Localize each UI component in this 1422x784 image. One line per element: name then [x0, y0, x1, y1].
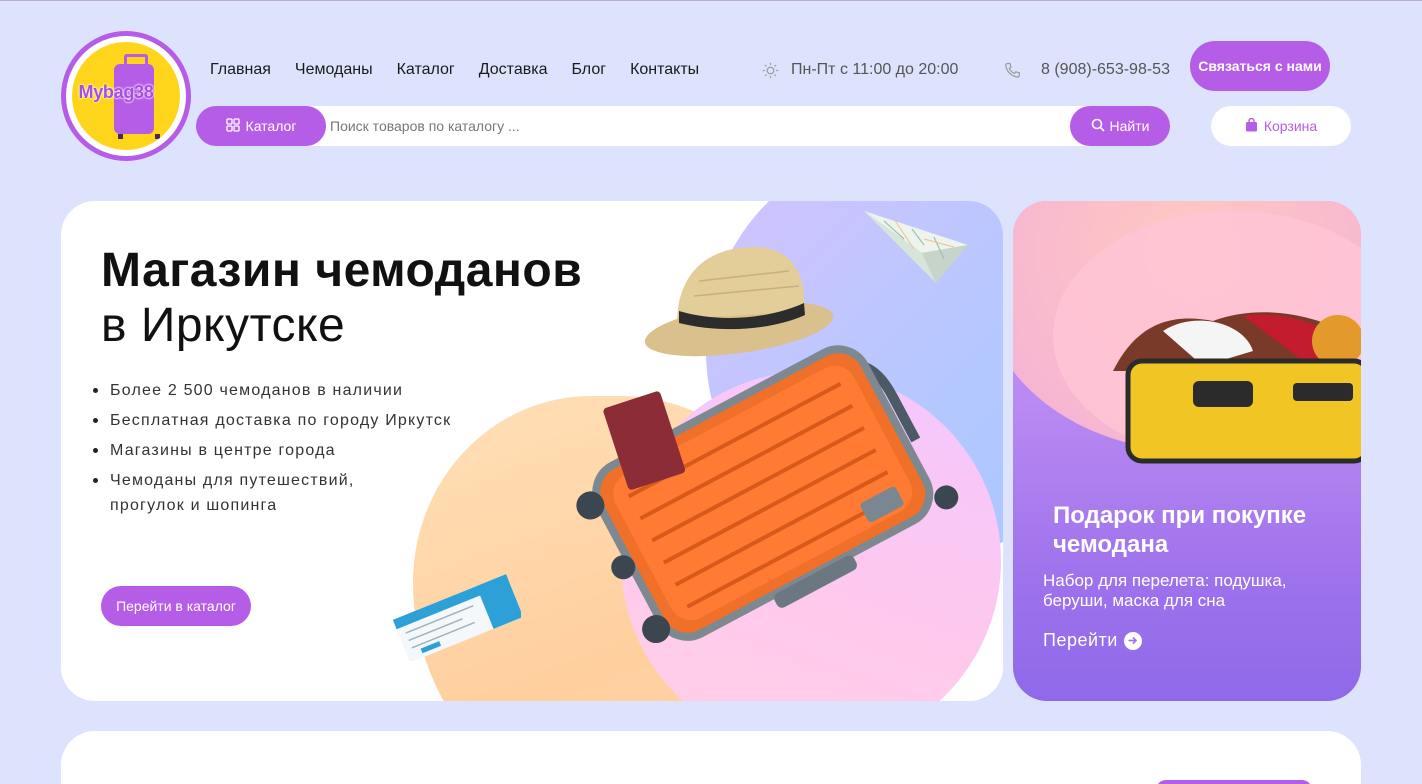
benefit-item: Магазины в центре города — [93, 438, 451, 463]
catalog-menu-button[interactable]: Каталог — [196, 106, 326, 146]
benefit-line: прогулок и шопинга — [110, 497, 278, 514]
gift-promo-card[interactable]: Подарок при покупке чемодана Набор для п… — [1013, 201, 1361, 701]
hero-banner: Магазин чемоданов в Иркутске Более 2 500… — [61, 201, 1003, 701]
go-to-catalog-button[interactable]: Перейти в каталог — [101, 586, 251, 626]
logo-text: Mybag38 — [78, 82, 154, 102]
hours-text: Пн-Пт с 11:00 до 20:00 — [791, 61, 959, 78]
straw-hat-image — [644, 246, 834, 357]
search-button[interactable]: Найти — [1070, 106, 1170, 146]
promo-go-link[interactable]: Перейти — [1043, 630, 1142, 651]
hero-subtitle: в Иркутске — [101, 299, 346, 352]
nav-item-catalog[interactable]: Каталог — [397, 61, 455, 79]
hero-benefits-list: Более 2 500 чемоданов в наличии Бесплатн… — [93, 378, 451, 518]
promo-link-label: Перейти — [1043, 630, 1118, 650]
main-nav: Главная Чемоданы Каталог Доставка Блог К… — [210, 61, 699, 79]
next-section-panel — [61, 731, 1361, 784]
hero-title: Магазин чемоданов — [101, 244, 583, 297]
nav-item-contacts[interactable]: Контакты — [630, 61, 699, 79]
sun-icon — [762, 62, 779, 79]
working-hours: Пн-Пт с 11:00 до 20:00 — [762, 61, 958, 79]
phone-block[interactable]: 8 (908)-653-98-53 — [1004, 61, 1170, 79]
arrow-right-icon — [1123, 631, 1142, 650]
site-logo[interactable]: Mybag38 — [61, 31, 191, 161]
search-button-label: Найти — [1109, 118, 1150, 134]
nav-item-delivery[interactable]: Доставка — [479, 61, 548, 79]
grid-icon — [225, 117, 240, 135]
nav-item-home[interactable]: Главная — [210, 61, 271, 79]
top-divider — [0, 0, 1422, 1]
nav-item-suitcases[interactable]: Чемоданы — [295, 61, 373, 79]
search-icon — [1091, 118, 1105, 135]
search-bar: Найти — [300, 106, 1170, 146]
paper-plane-map-image — [864, 211, 968, 283]
phone-number[interactable]: 8 (908)-653-98-53 — [1041, 61, 1170, 79]
cart-button-label: Корзина — [1263, 118, 1318, 134]
phone-icon — [1004, 62, 1021, 79]
promo-description: Набор для перелета: подушка, беруши, мас… — [1043, 571, 1287, 610]
contact-us-button[interactable]: Связаться с нами — [1190, 41, 1330, 91]
orange-suitcase-image — [576, 345, 959, 644]
next-section-button[interactable] — [1156, 780, 1312, 784]
shopping-bag-icon — [1245, 117, 1258, 135]
catalog-button-label: Каталог — [245, 118, 297, 134]
benefit-item: Чемоданы для путешествий, прогулок и шоп… — [93, 468, 451, 518]
boarding-pass-image — [392, 574, 521, 661]
yellow-suitcase-image — [1113, 312, 1361, 464]
search-input[interactable] — [330, 106, 1060, 146]
benefit-item: Более 2 500 чемоданов в наличии — [93, 378, 451, 403]
benefit-item: Бесплатная доставка по городу Иркутск — [93, 408, 451, 433]
promo-title: Подарок при покупке чемодана — [1053, 502, 1307, 558]
nav-item-blog[interactable]: Блог — [571, 61, 606, 79]
benefit-line: Чемоданы для путешествий, — [110, 472, 355, 489]
cart-button[interactable]: Корзина — [1211, 106, 1351, 146]
